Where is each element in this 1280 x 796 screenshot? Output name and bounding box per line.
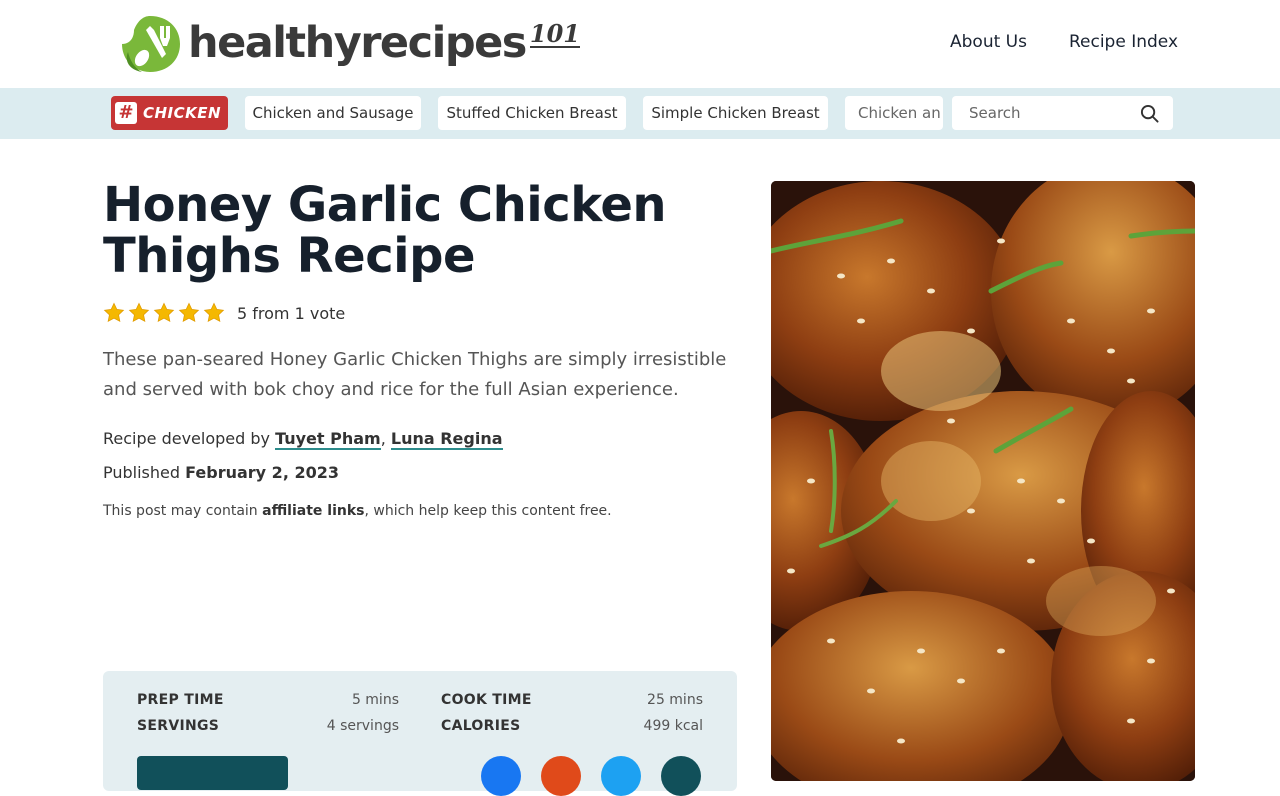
chip-stuffed-chicken-breast[interactable]: Stuffed Chicken Breast xyxy=(438,96,626,130)
servings-label: SERVINGS xyxy=(137,718,220,734)
logo-wordmark: healthyrecipes xyxy=(188,18,527,68)
site-header: healthyrecipes 101 About Us Recipe Index xyxy=(0,0,1280,88)
byline-prefix: Recipe developed by xyxy=(103,429,276,448)
jump-to-recipe-button[interactable] xyxy=(137,756,288,790)
recipe-title: Honey Garlic Chicken Thighs Recipe xyxy=(103,177,667,284)
star-rating[interactable] xyxy=(103,302,225,324)
facebook-share-icon[interactable] xyxy=(481,756,521,796)
hashtag-icon: # xyxy=(115,102,137,124)
nav-about-us[interactable]: About Us xyxy=(950,32,1027,52)
calories-label: CALORIES xyxy=(441,718,521,734)
recipe-description: These pan-seared Honey Garlic Chicken Th… xyxy=(103,349,727,400)
leaf-fork-spoon-logo-icon xyxy=(122,16,180,72)
prep-time-label: PREP TIME xyxy=(137,692,224,708)
tag-badge-label: CHICKEN xyxy=(143,104,222,122)
star-icon[interactable] xyxy=(128,302,150,324)
cook-time-value: 25 mins xyxy=(647,692,703,708)
cook-time-label: COOK TIME xyxy=(441,692,532,708)
star-icon[interactable] xyxy=(103,302,125,324)
author-link-luna-regina[interactable]: Luna Regina xyxy=(390,429,503,450)
recipe-summary-card: PREP TIME 5 mins COOK TIME 25 mins SERVI… xyxy=(103,671,737,796)
twitter-share-icon[interactable] xyxy=(601,756,641,796)
tag-badge-chicken[interactable]: # CHICKEN xyxy=(111,96,228,130)
published-date-value: February 2, 2023 xyxy=(185,463,339,482)
disclosure-suffix: , which help keep this content free. xyxy=(364,503,612,519)
calories-value: 499 kcal xyxy=(643,718,703,734)
recipe-byline: Recipe developed by Tuyet Pham, Luna Reg… xyxy=(103,429,503,450)
author-separator: , xyxy=(380,429,391,448)
star-icon[interactable] xyxy=(178,302,200,324)
pinterest-share-icon[interactable] xyxy=(541,756,581,796)
email-share-icon[interactable] xyxy=(661,756,701,796)
affiliate-disclosure: This post may contain affiliate links, w… xyxy=(103,503,612,519)
servings-value: 4 servings xyxy=(326,718,399,734)
rating-summary: 5 from 1 vote xyxy=(237,303,346,323)
search-input[interactable] xyxy=(969,96,1139,130)
recipe-hero-image[interactable] xyxy=(771,181,1195,781)
disclosure-prefix: This post may contain xyxy=(103,503,263,519)
published-date: Published February 2, 2023 xyxy=(103,463,339,482)
star-icon[interactable] xyxy=(153,302,175,324)
main-nav: About Us Recipe Index xyxy=(950,32,1178,52)
prep-time-value: 5 mins xyxy=(351,692,399,708)
published-prefix: Published xyxy=(103,463,186,482)
chip-chicken-and-truncated[interactable]: Chicken an xyxy=(845,96,943,130)
recipe-rating[interactable]: 5 from 1 vote xyxy=(103,302,345,324)
chip-chicken-and-sausage[interactable]: Chicken and Sausage xyxy=(245,96,421,130)
logo-superscript: 101 xyxy=(529,19,580,48)
honey-garlic-chicken-photo xyxy=(771,181,1195,781)
author-link-tuyet-pham[interactable]: Tuyet Pham xyxy=(275,429,381,450)
search-icon[interactable] xyxy=(1140,104,1159,123)
site-logo[interactable]: healthyrecipes 101 xyxy=(120,10,580,76)
search-box xyxy=(952,96,1173,130)
topic-tag-bar: # CHICKEN Chicken and Sausage Stuffed Ch… xyxy=(0,88,1280,139)
affiliate-links-link[interactable]: affiliate links xyxy=(262,503,364,519)
nav-recipe-index[interactable]: Recipe Index xyxy=(1069,32,1178,52)
chip-simple-chicken-breast[interactable]: Simple Chicken Breast xyxy=(643,96,828,130)
star-icon[interactable] xyxy=(203,302,225,324)
